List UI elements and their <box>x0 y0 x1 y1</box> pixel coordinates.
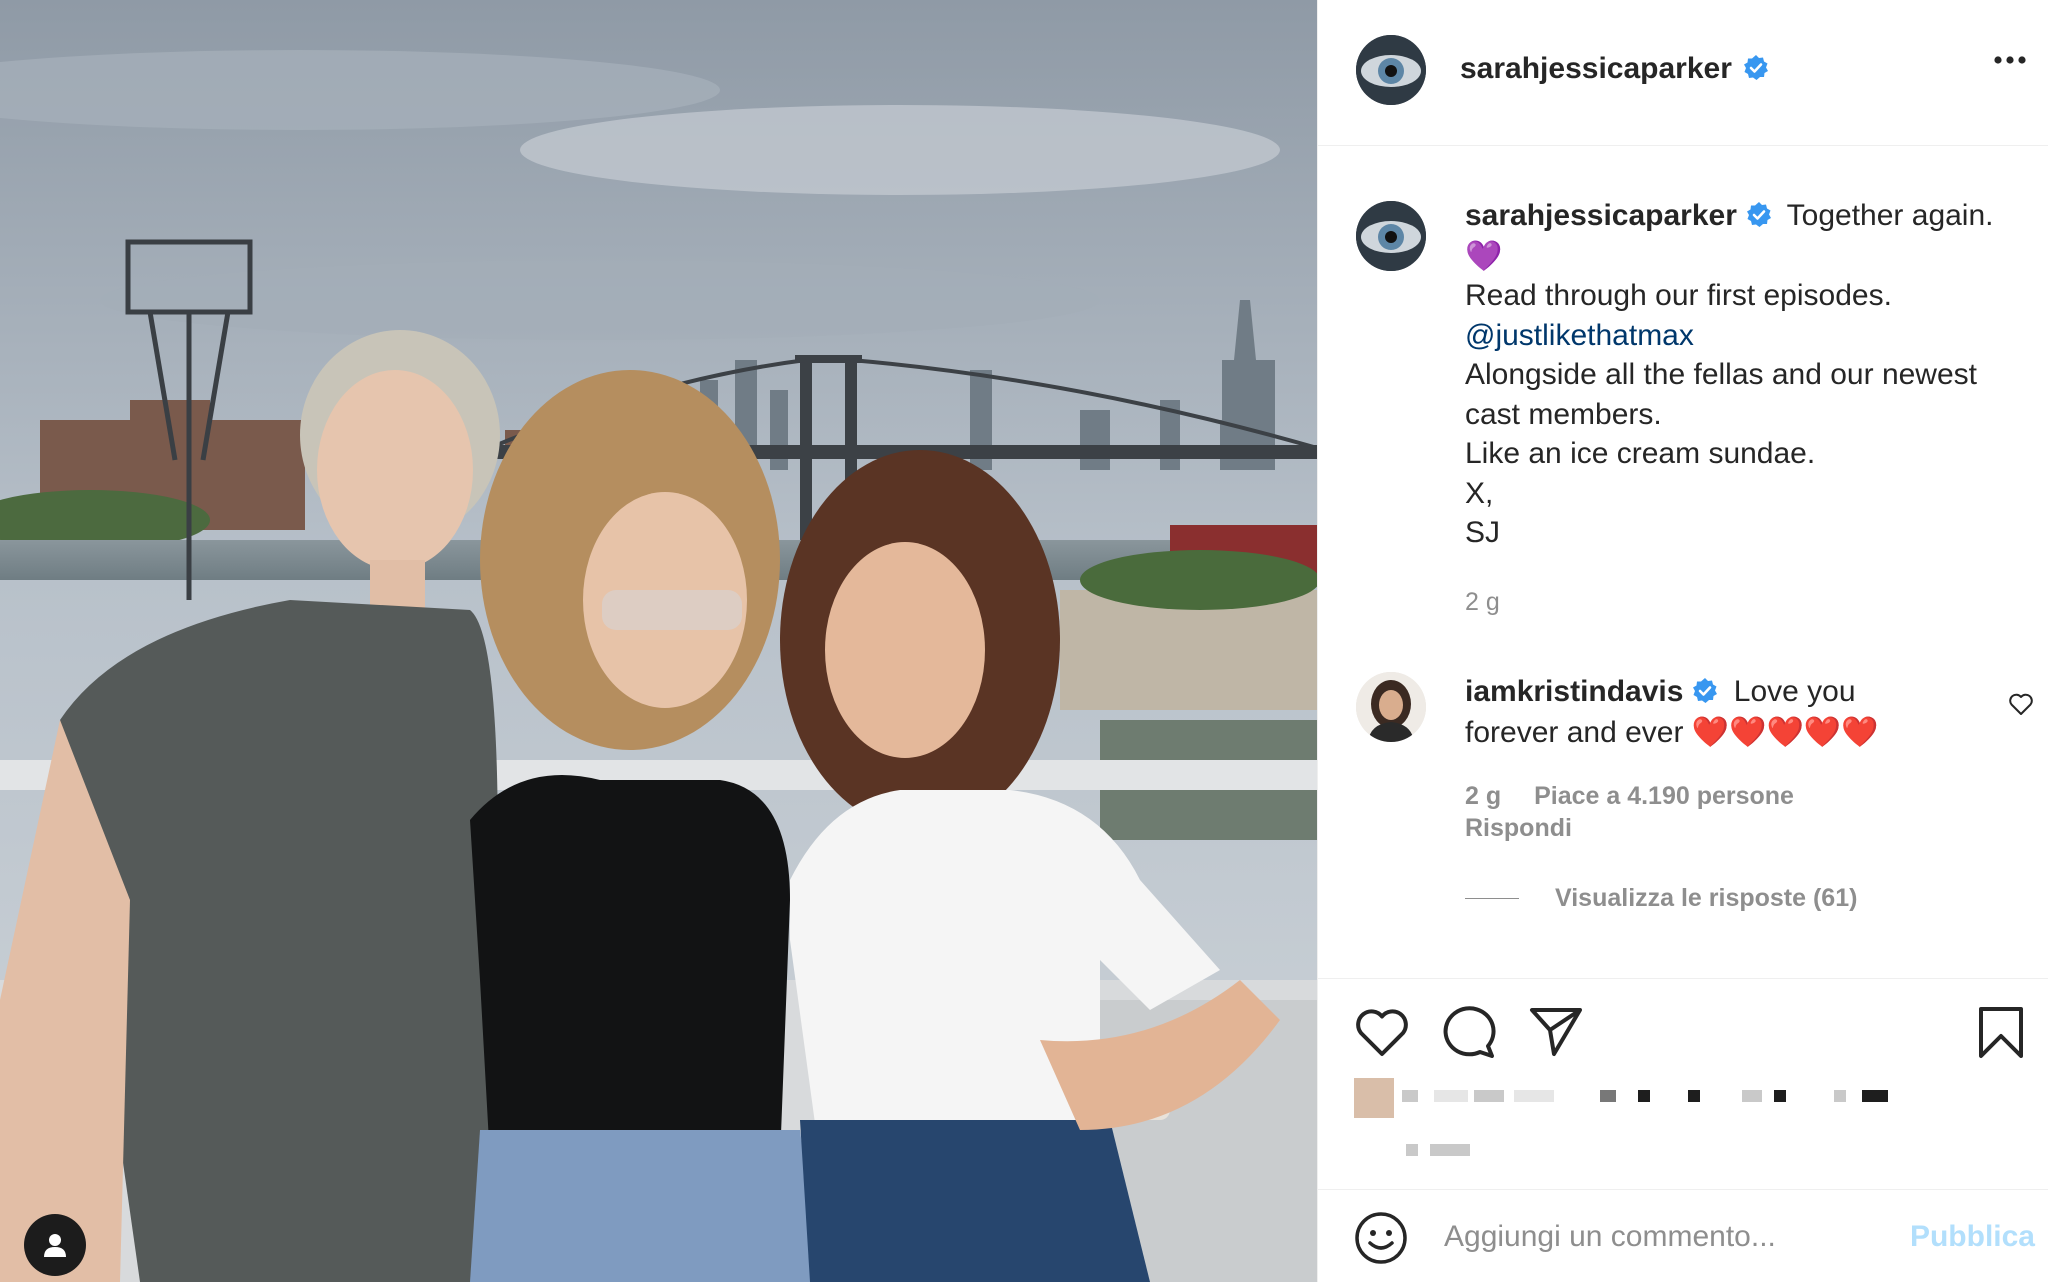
post-caption: sarahjessicaparker Together again. 💜 Rea… <box>1465 196 2025 622</box>
post-image <box>0 0 1317 1282</box>
publish-button[interactable]: Pubblica <box>1910 1220 2035 1254</box>
comment-input[interactable] <box>1442 1212 1886 1262</box>
user-tag-button[interactable] <box>24 1214 86 1276</box>
comment-like-button[interactable] <box>2008 692 2034 721</box>
post-header: sarahjessicaparker <box>1318 0 2048 146</box>
more-options-icon <box>1993 52 2027 69</box>
caption-line-4: Alongside all the fellas and our newest … <box>1465 358 1977 431</box>
verified-badge-icon <box>1683 673 1725 713</box>
more-options-button[interactable] <box>1993 52 2027 70</box>
comment-reply-button[interactable]: Rispondi <box>1465 814 1572 842</box>
verified-badge-icon <box>1736 55 1770 87</box>
comment-meta: 2 g Piace a 4.190 persone Rispondi <box>1465 780 1794 844</box>
caption-line-7: SJ <box>1465 516 1501 550</box>
comment-button[interactable] <box>1442 1006 1498 1063</box>
actions-divider <box>1318 978 2048 979</box>
view-replies-label: Visualizza le risposte (61) <box>1555 884 1858 912</box>
replies-divider <box>1465 898 1519 899</box>
view-replies-button[interactable]: Visualizza le risposte (61) <box>1465 884 1857 913</box>
comment-hearts: ❤️❤️❤️❤️❤️ <box>1691 715 1879 749</box>
comment-text-start: Love you <box>1733 675 1856 708</box>
verified-badge-icon <box>1737 197 1779 237</box>
caption-first-line: Together again. <box>1786 199 1994 232</box>
smiley-icon <box>1354 1212 1408 1269</box>
caption-mention-link[interactable]: @justlikethatmax <box>1465 319 1694 352</box>
liked-by-blurred <box>1354 1078 1914 1158</box>
comment: iamkristindavis Love you forever and eve… <box>1465 672 2025 752</box>
caption-author-avatar[interactable] <box>1356 201 1426 271</box>
save-button[interactable] <box>1978 1006 2024 1065</box>
comment-text-end: forever and ever <box>1465 715 1684 749</box>
post-photo[interactable] <box>0 0 1317 1282</box>
user-tag-icon <box>40 1230 70 1260</box>
caption-line-6: X, <box>1465 476 1494 510</box>
header-username[interactable]: sarahjessicaparker <box>1460 52 1732 85</box>
emoji-button[interactable] <box>1354 1211 1408 1270</box>
comment-bubble-icon <box>1442 1006 1498 1062</box>
caption-timestamp: 2 g <box>1465 587 1500 616</box>
like-button[interactable] <box>1354 1006 1410 1063</box>
heart-icon <box>1354 1009 1410 1062</box>
heart-icon <box>2008 693 2034 720</box>
caption-username[interactable]: sarahjessicaparker <box>1465 199 1737 232</box>
add-comment-bar: Pubblica <box>1318 1189 2048 1282</box>
caption-emoji: 💜 <box>1465 239 1503 273</box>
bookmark-icon <box>1978 1007 2024 1064</box>
comment-timestamp: 2 g <box>1465 782 1502 810</box>
share-button[interactable] <box>1528 1006 1584 1063</box>
commenter-avatar[interactable] <box>1356 672 1426 742</box>
comment-likes[interactable]: Piace a 4.190 persone <box>1534 782 1794 810</box>
paper-plane-icon <box>1528 1008 1584 1062</box>
caption-line-5: Like an ice cream sundae. <box>1465 437 1816 471</box>
post-side-panel: sarahjessicaparker sarahjessicaparker To… <box>1317 0 2048 1282</box>
comment-username[interactable]: iamkristindavis <box>1465 675 1683 708</box>
author-avatar[interactable] <box>1356 35 1426 105</box>
caption-line-2: Read through our first episodes. <box>1465 279 1892 313</box>
